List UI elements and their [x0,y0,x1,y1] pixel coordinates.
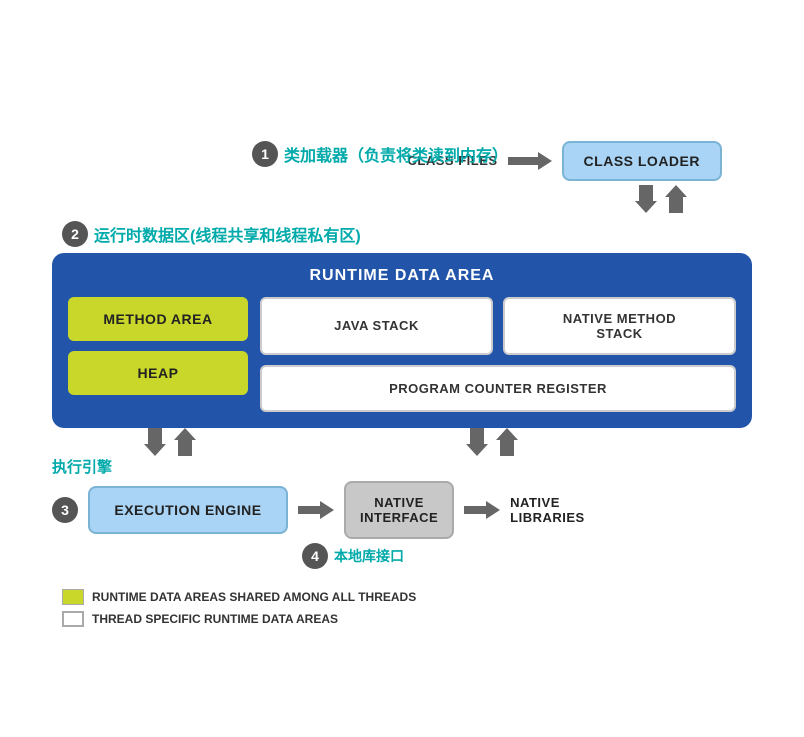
class-loader-box: CLASS LOADER [562,141,722,181]
circle-2: 2 [62,221,88,247]
runtime-grid: METHOD AREA HEAP JAVA STACK NATIVE METHO… [68,297,736,412]
program-counter-box: PROGRAM COUNTER REGISTER [260,365,736,412]
annotation-2: 2 运行时数据区(线程共享和线程私有区) [62,221,752,247]
arrow-up-right [496,428,518,456]
circle-3: 3 [52,497,78,523]
arrow-down-left [144,428,166,456]
annotation-1: 1 类加载器（负责将类读到内存） [252,141,508,167]
runtime-data-area: RUNTIME DATA AREA METHOD AREA HEAP JAVA … [52,253,752,428]
circle-1: 1 [252,141,278,167]
method-area-box: METHOD AREA [68,297,248,341]
left-col: METHOD AREA HEAP [68,297,248,412]
legend-item-1: RUNTIME DATA AREAS SHARED AMONG ALL THRE… [62,589,752,605]
execution-row: 3 EXECUTION ENGINE NATIVE INTERFACE NATI… [52,481,752,539]
runtime-title: RUNTIME DATA AREA [68,267,736,285]
native-libraries-label: NATIVE LIBRARIES [510,495,585,525]
right-top-row: JAVA STACK NATIVE METHOD STACK [260,297,736,355]
native-interface-box: NATIVE INTERFACE [344,481,454,539]
execution-engine-box: EXECUTION ENGINE [88,486,288,534]
annotation-2-label: 运行时数据区(线程共享和线程私有区) [94,222,361,246]
annotation-1-label: 类加载器（负责将类读到内存） [284,142,508,166]
right-col: JAVA STACK NATIVE METHOD STACK PROGRAM C… [260,297,736,412]
arrow-up-left [174,428,196,456]
arrow-to-classloader [508,150,552,172]
arrow-to-native-libraries [464,499,500,521]
legend-item-2: THREAD SPECIFIC RUNTIME DATA AREAS [62,611,752,627]
heap-box: HEAP [68,351,248,395]
native-method-stack-box: NATIVE METHOD STACK [503,297,736,355]
legend-white-box [62,611,84,627]
arrow-to-native-interface [298,499,334,521]
annotation-4: 4 本地库接口 [302,543,752,569]
diagram-container: 1 类加载器（负责将类读到内存） CLASS FILES CLASS LOADE… [42,85,762,653]
annotation-4-label: 本地库接口 [334,546,404,566]
java-stack-box: JAVA STACK [260,297,493,355]
legend: RUNTIME DATA AREAS SHARED AMONG ALL THRE… [52,589,752,627]
legend-green-box [62,589,84,605]
arrow-up-to-classloader [665,185,687,213]
annotation-3-label: 执行引擎 [52,456,752,477]
legend-label-2: THREAD SPECIFIC RUNTIME DATA AREAS [92,612,338,626]
arrow-down-from-classloader [635,185,657,213]
legend-label-1: RUNTIME DATA AREAS SHARED AMONG ALL THRE… [92,590,416,604]
arrow-down-right [466,428,488,456]
circle-4: 4 [302,543,328,569]
